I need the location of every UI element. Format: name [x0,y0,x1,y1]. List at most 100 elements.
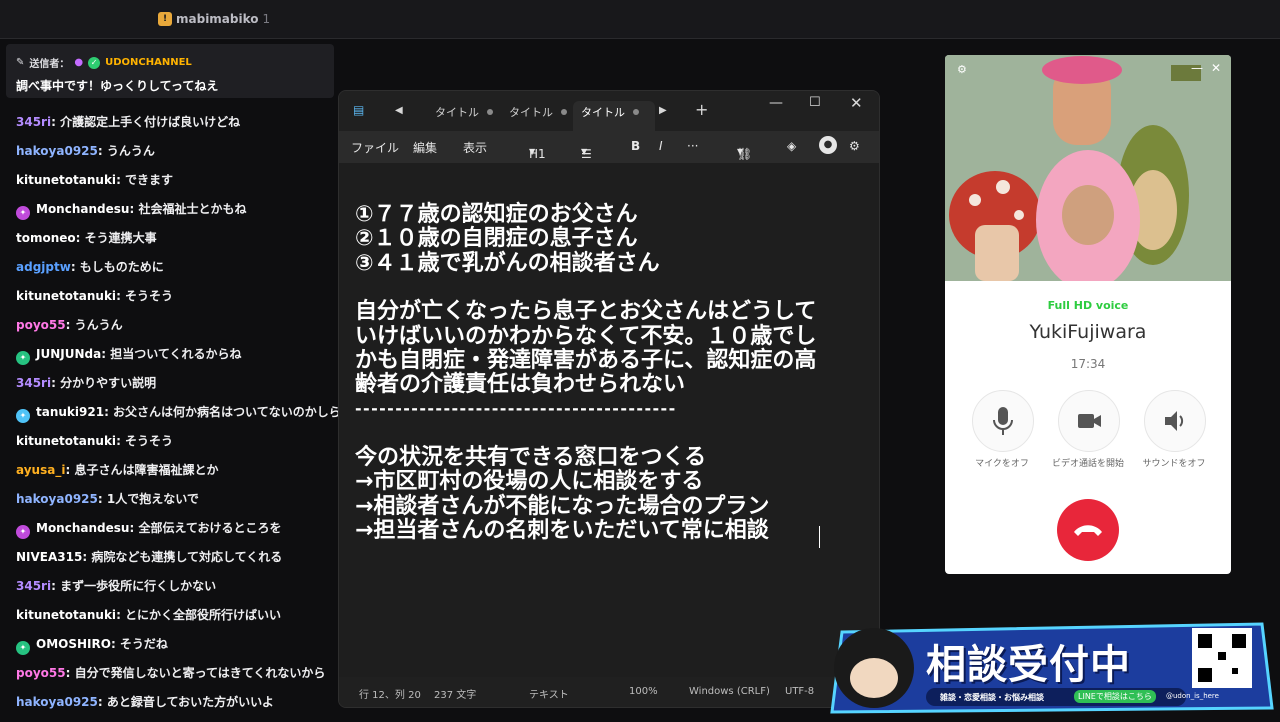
chat-text: まず一歩役所に行くしかない [60,579,217,593]
chat-text: 社会福祉士とかもね [138,202,247,216]
line-ending[interactable]: Windows (CRLF) [689,686,770,697]
tab-2[interactable]: タイトル [497,101,581,131]
chat-username[interactable]: hakoya0925 [16,144,98,158]
tab-scroll-left-icon[interactable]: ◀ [395,105,403,116]
mute-sound-button[interactable] [1144,390,1206,452]
mute-mic-button[interactable] [972,390,1034,452]
user-badge-icon: ✦ [16,409,30,423]
mute-mic-label: マイクをオフ [975,459,1029,469]
chat-username[interactable]: kitunetotanuki [16,289,116,303]
chat-username[interactable]: Monchandesu [36,202,129,216]
menu-file[interactable]: ファイル [351,139,399,156]
chat-text: 1人で抱えないで [106,492,199,506]
chat-username[interactable]: adgjptw [16,260,71,274]
chat-message: 345ri: 分かりやすい説明 [16,376,157,390]
chat-username[interactable]: NIVEA315 [16,550,82,564]
chat-username[interactable]: OMOSHIRO [36,637,111,651]
chat-username[interactable]: 345ri [16,376,51,390]
chat-list: 345ri: 介護認定上手く付けば良いけどね hakoya0925: うんうん … [16,108,346,717]
pinned-header: ✎ 送信者： ● ✓ UDONCHANNEL [16,55,192,70]
zoom-level[interactable]: 100% [629,686,658,697]
menu-edit[interactable]: 編集 [413,139,437,156]
chat-text: そう連携大事 [84,231,157,245]
more-options-icon[interactable]: ··· [687,139,698,153]
chat-message: ✦ JUNJUNda: 担当ついてくれるからね [16,340,346,369]
chat-message: ayusa_i: 息子さんは障害福祉課とか [16,463,219,477]
chat-username[interactable]: hakoya0925 [16,695,98,709]
tab-scroll-right-icon[interactable]: ▶ [659,105,667,116]
settings-gear-icon[interactable]: ⚙ [957,63,967,76]
pin-icon: ✎ [16,57,25,68]
chat-text: 介護認定上手く付けば良いけどね [60,115,241,129]
chat-username[interactable]: kitunetotanuki [16,173,116,187]
chat-text: 分かりやすい説明 [60,376,157,390]
chat-message: kitunetotanuki: そうそう [16,289,174,303]
chat-username[interactable]: kitunetotanuki [16,434,116,448]
pinned-sender: UDONCHANNEL [105,57,192,68]
gift-user: mabimabiko [176,12,259,26]
chat-username[interactable]: Monchandesu [36,521,129,535]
chat-text: あと録音しておいた方がいいよ [106,695,274,709]
caller-artwork: ⚙ — ✕ [945,55,1231,290]
chat-username[interactable]: poyo55 [16,666,66,680]
close-icon[interactable]: ✕ [1211,61,1221,75]
close-button[interactable]: ✕ [850,94,863,112]
microphone-icon [993,407,1013,435]
menu-view[interactable]: 表示 [463,139,487,156]
new-tab-button[interactable]: + [695,100,708,119]
notepad-menu-bar: ファイル 編集 表示 H1 ▼ ☰ ▼ B I ··· ⛓ ▼ ◈ ● ⚙ [339,131,879,163]
chat-username[interactable]: JUNJUNda [36,347,101,361]
pinned-message[interactable]: ✎ 送信者： ● ✓ UDONCHANNEL 調べ事中です！ゆっくりしてってねえ [6,44,334,98]
unsaved-dot-icon [487,109,493,115]
copilot-icon[interactable]: ◈ [787,139,796,153]
editor-line: ③４１歳で乳がんの相談者さん [355,251,660,276]
chat-username[interactable]: tomoneo [16,231,76,245]
chat-username[interactable]: poyo55 [16,318,66,332]
chat-username[interactable]: tanuki921 [36,405,104,419]
x-handle[interactable]: @udon_is_here [1166,692,1219,700]
chat-username[interactable]: ayusa_i [16,463,65,477]
tab-label: タイトル [509,106,553,119]
notepad-editor[interactable]: ①７７歳の認知症のお父さん ②１０歳の自閉症の息子さん ③４１歳で乳がんの相談者… [339,163,879,677]
chat-message: ✦ tanuki921: お父さんは何か病名はついてないのかしら [16,398,346,427]
notepad-status-bar: 行 12、列 20 237 文字 テキスト 100% Windows (CRLF… [339,677,879,707]
pinned-text: 調べ事中です！ゆっくりしてってねえ [16,79,219,93]
italic-button[interactable]: I [659,139,663,153]
pinned-sender-label: 送信者： [29,59,70,70]
banner-subtitle: 雑談・恋愛相談・お悩み相談 [940,693,1044,702]
chat-text: 担当ついてくれるからね [110,347,242,361]
chat-username[interactable]: 345ri [16,579,51,593]
editor-line: 齢者の介護責任は負わせられない [355,372,686,397]
chat-username[interactable]: 345ri [16,115,51,129]
chat-text: 全部伝えておけるところを [138,521,282,535]
format-mode[interactable]: テキスト [529,686,569,701]
editor-line: 自分が亡くなったら息子とお父さんはどうして [355,299,817,324]
minimize-icon[interactable]: — [1191,61,1203,75]
voice-call-window: ⚙ — ✕ Full HD voice YukiFujiwara 17:34 マ… [945,55,1231,574]
editor-line: ①７７歳の認知症のお父さん [355,202,638,227]
chat-message: ✦ Monchandesu: 全部伝えておけるところを [16,514,346,543]
mic-badge-icon: ● [74,57,84,68]
account-avatar[interactable]: ● [819,136,837,154]
tab-3-active[interactable]: タイトル [573,101,655,131]
banner-title: 相談受付中 [926,642,1131,688]
speaker-icon [1165,411,1184,431]
notepad-app-icon: ▤ [353,103,365,117]
chat-username[interactable]: hakoya0925 [16,492,98,506]
notepad-tab-bar: ▤ ◀ タイトル タイトル タイトル ▶ + — ☐ ✕ [339,91,879,131]
bold-button[interactable]: B [631,139,640,153]
maximize-button[interactable]: ☐ [809,95,821,110]
chat-message: kitunetotanuki: とにかく全部役所行けばいい [16,608,282,622]
video-call-button[interactable] [1058,390,1120,452]
settings-gear-icon[interactable]: ⚙ [849,139,860,153]
hang-up-button[interactable] [1057,499,1119,561]
line-link[interactable]: LINEで相談はこちら [1074,690,1156,703]
tab-1[interactable]: タイトル [423,101,507,131]
gift-notice[interactable]: ! mabimabiko 1 [158,12,270,26]
encoding[interactable]: UTF-8 [785,686,814,697]
minimize-button[interactable]: — [769,95,783,111]
chat-message: hakoya0925: うんうん [16,144,155,158]
chat-username[interactable]: kitunetotanuki [16,608,116,622]
chat-text: うんうん [74,318,123,332]
consultation-banner: 相談受付中 雑談・恋愛相談・お悩み相談 LINEで相談はこちら @udon_is… [822,612,1276,718]
